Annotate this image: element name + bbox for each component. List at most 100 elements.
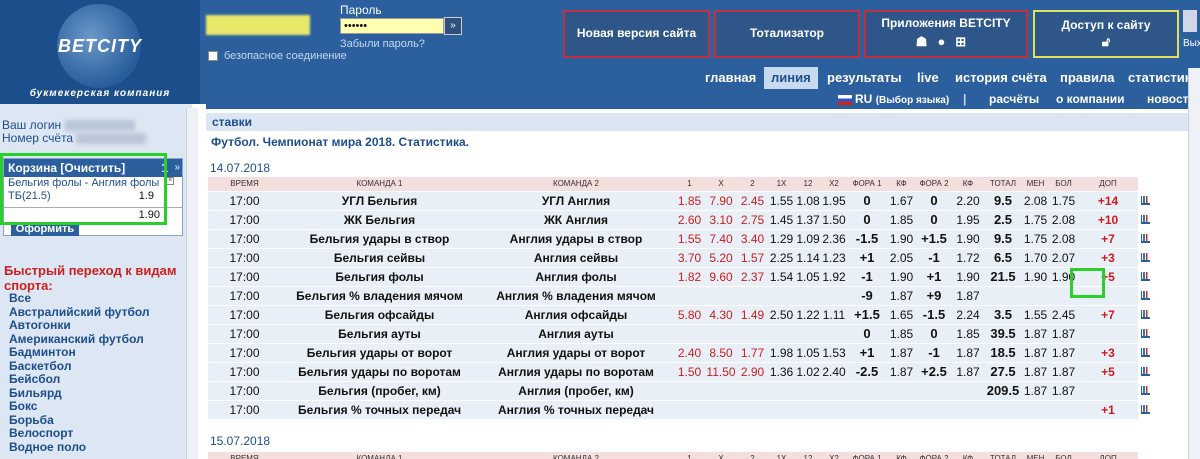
odd-cell[interactable]: 1.85: [887, 210, 916, 230]
more-markets-link[interactable]: [1078, 324, 1138, 344]
odd-cell[interactable]: 2.25: [768, 248, 795, 268]
odd-cell[interactable]: 1.87: [952, 362, 984, 382]
language-selector[interactable]: RU (Выбор языка): [838, 89, 949, 109]
odd-cell[interactable]: 1.77: [737, 343, 768, 363]
odd-cell[interactable]: 1.90: [952, 267, 984, 287]
odd-cell[interactable]: 1.57: [737, 248, 768, 268]
android-icon[interactable]: ☗: [916, 34, 938, 49]
apple-icon[interactable]: ●: [937, 34, 955, 49]
odd-cell[interactable]: 1.29: [768, 229, 795, 249]
odd-cell[interactable]: 1.67: [887, 191, 916, 211]
windows-icon[interactable]: ⊞: [955, 34, 976, 49]
odd-cell[interactable]: 1.37: [795, 210, 821, 230]
stats-chart-icon[interactable]: [1138, 210, 1152, 230]
odd-cell[interactable]: 1.05: [795, 267, 821, 287]
odd-cell[interactable]: 2.08: [1022, 191, 1049, 211]
odd-cell[interactable]: 1.50: [674, 362, 705, 382]
odd-cell[interactable]: 1.75: [1022, 210, 1049, 230]
more-markets-link[interactable]: +3: [1078, 343, 1138, 363]
odd-cell[interactable]: 5.80: [674, 305, 705, 325]
odd-cell[interactable]: 4.30: [705, 305, 737, 325]
odd-cell[interactable]: 1.22: [795, 305, 821, 325]
odd-cell[interactable]: 2.40: [821, 362, 847, 382]
odd-cell[interactable]: 1.90: [887, 229, 916, 249]
more-markets-link[interactable]: +7: [1078, 229, 1138, 249]
odd-cell[interactable]: 1.90: [1022, 267, 1049, 287]
stats-chart-icon[interactable]: [1138, 267, 1152, 287]
more-markets-link[interactable]: +10: [1078, 210, 1138, 230]
sport-item[interactable]: Борьба: [9, 413, 150, 428]
odd-cell[interactable]: 1.92: [821, 267, 847, 287]
stats-chart-icon[interactable]: [1138, 248, 1152, 268]
stats-chart-icon[interactable]: [1138, 305, 1152, 325]
odd-cell[interactable]: 5.20: [705, 248, 737, 268]
more-markets-link[interactable]: +3: [1078, 248, 1138, 268]
odd-cell[interactable]: 2.60: [674, 210, 705, 230]
odd-cell[interactable]: 2.75: [737, 210, 768, 230]
stats-chart-icon[interactable]: [1138, 229, 1152, 249]
forgot-password-link[interactable]: Забыли пароль?: [340, 38, 425, 50]
odd-cell[interactable]: 2.24: [952, 305, 984, 325]
password-input[interactable]: ••••••: [340, 18, 444, 34]
odd-cell[interactable]: 1.05: [795, 343, 821, 363]
totalizator-button[interactable]: Тотализатор: [714, 10, 860, 58]
nav-settlements[interactable]: расчёты: [989, 89, 1039, 109]
sport-item[interactable]: Водное поло: [9, 440, 150, 455]
odd-cell[interactable]: 1.72: [952, 248, 984, 268]
stats-chart-icon[interactable]: [1138, 400, 1152, 420]
stats-chart-icon[interactable]: [1138, 362, 1152, 382]
site-access-button[interactable]: Доступ к сайту 🔓︎: [1033, 10, 1179, 58]
odd-cell[interactable]: 1.87: [952, 286, 984, 306]
arrow-right-icon[interactable]: »: [174, 159, 180, 177]
odd-cell[interactable]: 1.87: [887, 286, 916, 306]
odd-cell[interactable]: 1.65: [887, 305, 916, 325]
main-scrollbar[interactable]: [1188, 68, 1200, 459]
sport-item[interactable]: Баскетбол: [9, 359, 150, 374]
odd-cell[interactable]: 3.40: [737, 229, 768, 249]
odd-cell[interactable]: 1.55: [674, 229, 705, 249]
sport-item[interactable]: Автогонки: [9, 318, 150, 333]
odd-cell[interactable]: 1.87: [1022, 362, 1049, 382]
logo[interactable]: BETCITY букмекерская компания: [0, 0, 200, 104]
odd-cell[interactable]: 1.98: [768, 343, 795, 363]
odd-cell[interactable]: 1.87: [1049, 343, 1078, 363]
odd-cell[interactable]: 2.08: [1049, 229, 1078, 249]
odd-cell[interactable]: 1.87: [952, 343, 984, 363]
odd-cell[interactable]: 2.07: [1049, 248, 1078, 268]
odd-cell[interactable]: 2.05: [887, 248, 916, 268]
odd-cell[interactable]: 1.95: [821, 191, 847, 211]
odd-cell[interactable]: 2.45: [1049, 305, 1078, 325]
odd-cell[interactable]: 1.36: [768, 362, 795, 382]
nav-about[interactable]: о компании: [1056, 89, 1124, 109]
odd-cell[interactable]: 2.90: [737, 362, 768, 382]
odd-cell[interactable]: 3.10: [705, 210, 737, 230]
odd-cell[interactable]: 1.75: [1049, 191, 1078, 211]
odd-cell[interactable]: 11.50: [705, 362, 737, 382]
odd-cell[interactable]: 1.87: [1022, 343, 1049, 363]
more-markets-link[interactable]: +14: [1078, 191, 1138, 211]
odd-cell[interactable]: 1.87: [1049, 381, 1078, 401]
odd-cell[interactable]: 2.37: [737, 267, 768, 287]
more-markets-link[interactable]: +1: [1078, 400, 1138, 420]
odd-cell[interactable]: 1.08: [795, 191, 821, 211]
odd-cell[interactable]: 1.55: [1022, 305, 1049, 325]
odd-cell[interactable]: 1.87: [887, 343, 916, 363]
odd-cell[interactable]: 2.08: [1049, 210, 1078, 230]
new-version-button[interactable]: Новая версия сайта: [563, 10, 710, 58]
odd-cell[interactable]: 1.09: [795, 229, 821, 249]
sport-item[interactable]: Бильярд: [9, 386, 150, 401]
odd-cell[interactable]: 1.85: [952, 324, 984, 344]
nav-history[interactable]: история счёта: [955, 67, 1047, 89]
sport-item[interactable]: Бейсбол: [9, 372, 150, 387]
odd-cell[interactable]: 1.45: [768, 210, 795, 230]
odd-cell[interactable]: 1.53: [821, 343, 847, 363]
odd-cell[interactable]: 1.55: [768, 191, 795, 211]
nav-live[interactable]: live: [917, 67, 939, 89]
odd-cell[interactable]: 2.50: [768, 305, 795, 325]
nav-results[interactable]: результаты: [827, 67, 902, 89]
login-input[interactable]: [206, 15, 310, 35]
stats-chart-icon[interactable]: [1138, 381, 1152, 401]
left-scrollbar[interactable]: [186, 108, 198, 459]
odd-cell[interactable]: 7.90: [705, 191, 737, 211]
exit-button[interactable]: Вых: [1183, 10, 1200, 49]
